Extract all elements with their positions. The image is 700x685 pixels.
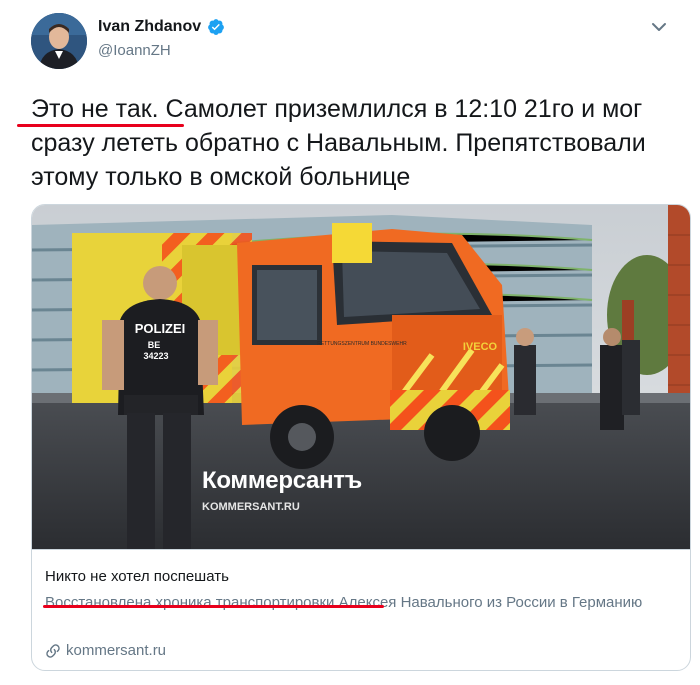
police-id-line1: BE [148, 340, 161, 350]
tweet-text: Это не так. Самолет приземлился в 12:10 … [31, 92, 681, 194]
author-name[interactable]: Ivan Zhdanov [98, 18, 201, 36]
card-description: Восстановлена хроника транспортировки Ал… [45, 592, 675, 614]
card-image[interactable]: POLIZEI BE 34223 IVECO RETTUNGSZENTRUM B… [32, 205, 690, 549]
watermark-logo: Коммерсантъ [202, 467, 362, 494]
truck-label-text: RETTUNGSZENTRUM BUNDESWEHR [317, 341, 407, 347]
card-body[interactable]: Никто не хотел поспешать Восстановлена х… [32, 549, 690, 670]
verified-badge-icon [207, 18, 225, 36]
watermark-url: KOMMERSANT.RU [202, 501, 300, 513]
tweet: Ivan Zhdanov @IoannZH Это не так. Самоле… [0, 0, 700, 685]
police-back-text: POLIZEI [135, 321, 186, 336]
card-domain-text: kommersant.ru [66, 642, 167, 659]
truck-brand-text: IVECO [463, 341, 498, 353]
author-handle[interactable]: @IoannZH [98, 42, 171, 59]
avatar[interactable] [31, 13, 87, 69]
red-annotation-underline-card [43, 605, 384, 608]
card-domain[interactable]: kommersant.ru [45, 642, 166, 659]
red-annotation-underline [17, 124, 184, 127]
card-title: Никто не хотел поспешать [45, 568, 229, 585]
author-row: Ivan Zhdanov [98, 18, 225, 36]
police-id-line2: 34223 [143, 351, 168, 361]
link-card[interactable]: POLIZEI BE 34223 IVECO RETTUNGSZENTRUM B… [31, 204, 691, 671]
card-description-underlined: Восстановлена хроника транспортировки [45, 594, 335, 611]
chevron-down-icon[interactable] [648, 18, 670, 36]
link-icon [45, 643, 61, 659]
card-description-rest: Алексея Навального из России в Германию [334, 594, 643, 611]
tweet-text-part1: Это не так. [31, 95, 159, 123]
